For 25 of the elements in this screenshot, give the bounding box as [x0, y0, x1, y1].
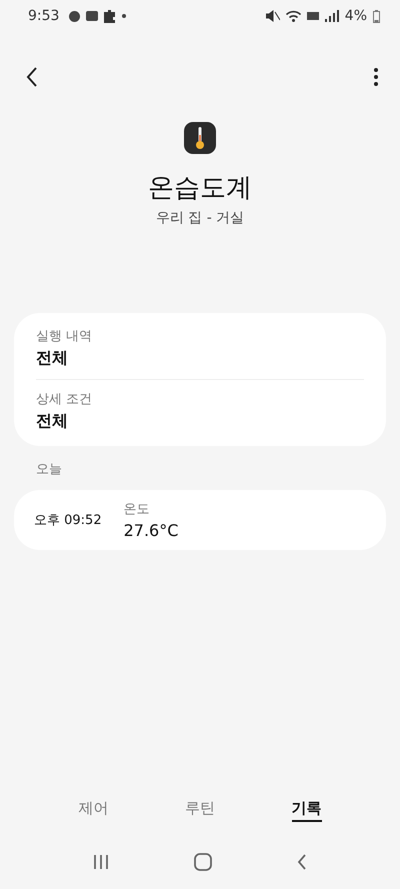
status-time: 9:53: [28, 8, 60, 24]
record-label: 온도: [124, 501, 151, 518]
signal-icon: [324, 10, 339, 22]
thermometer-icon: [184, 122, 216, 154]
puzzle-icon: [104, 10, 116, 22]
wifi-icon: [286, 10, 301, 22]
battery-icon: [373, 10, 380, 22]
device-location: 우리 집 - 거실: [156, 209, 244, 227]
tab[interactable]: 루틴: [184, 796, 215, 822]
record-time: 오후 09:52: [34, 512, 102, 529]
filter-label: 상세 조건: [36, 391, 94, 408]
battery-percent: 4%: [344, 8, 367, 24]
dot-icon: [122, 14, 126, 18]
filter-value[interactable]: 전체: [36, 348, 364, 369]
tab[interactable]: 제어: [78, 796, 108, 822]
more-icon: [374, 68, 378, 86]
section-title: 오늘: [35, 461, 63, 479]
device-name: 온습도계: [148, 172, 252, 205]
recent-apps-icon: [92, 854, 109, 870]
tab[interactable]: 기록: [292, 796, 322, 822]
mute-icon: [266, 10, 280, 22]
record-value: 27.6°C: [124, 521, 178, 540]
back-icon: [297, 854, 308, 870]
filter-label: 실행 내역: [36, 328, 94, 345]
filter-value[interactable]: 전체: [36, 411, 364, 432]
